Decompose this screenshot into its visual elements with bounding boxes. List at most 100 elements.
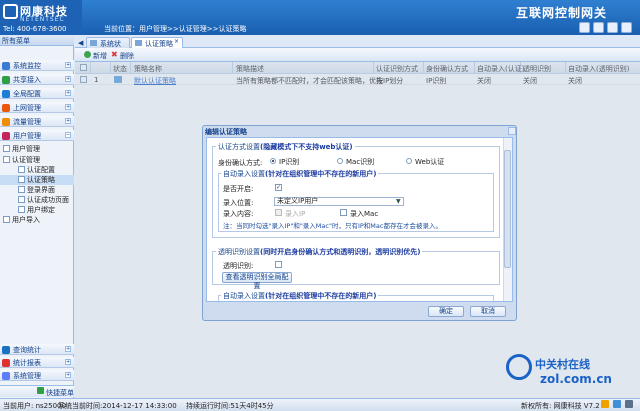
- radio-web-label: Web认证: [415, 158, 445, 166]
- share-icon: [2, 76, 10, 84]
- page-icon: [18, 186, 25, 193]
- dialog-title: 编辑认证策略: [205, 128, 247, 136]
- auth-method-legend: 认证方式设置(隐藏模式下不支持web认证): [216, 142, 355, 152]
- menu-share-access[interactable]: 共享接入 +: [0, 74, 74, 85]
- folder-icon: [3, 156, 10, 163]
- expand-icon[interactable]: +: [65, 90, 71, 96]
- menu-internet-manage[interactable]: 上网管理 +: [0, 102, 74, 113]
- tree-item-user-binding[interactable]: 用户绑定: [0, 205, 74, 215]
- star-icon: [37, 387, 44, 394]
- tab-system-status[interactable]: 系统状态: [86, 37, 130, 58]
- dialog-scroll-thumb[interactable]: [504, 150, 511, 268]
- info-icon[interactable]: [613, 400, 621, 408]
- content-label: 录入内容:: [223, 210, 254, 218]
- dropdown-arrow-icon[interactable]: ▼: [396, 198, 401, 205]
- content-ip-checkbox[interactable]: [275, 209, 282, 216]
- tab-close-icon[interactable]: ×: [174, 38, 179, 45]
- radio-mac[interactable]: [337, 158, 343, 164]
- delete-icon: ✖: [111, 50, 118, 59]
- sidebar-title: 所有菜单: [0, 35, 74, 46]
- tree-item-auth-config[interactable]: 认证配置: [0, 165, 74, 175]
- content-mac-checkbox[interactable]: [340, 209, 347, 216]
- watermark-cn: 中关村在线: [535, 358, 590, 371]
- menu-system-manage[interactable]: 系统管理 +: [0, 370, 74, 381]
- tab-icon: [135, 40, 142, 46]
- traffic-icon: [2, 118, 10, 126]
- page-icon: [18, 176, 25, 183]
- status-user: 当前用户: ns25000: [3, 402, 66, 410]
- status-uptime: 持续运行时间:51天4时45分: [186, 402, 274, 410]
- expand-icon[interactable]: +: [65, 76, 71, 82]
- menu-system-monitor[interactable]: 系统监控 +: [0, 60, 74, 71]
- status-time: 系统当前时间:2014-12-17 14:33:00: [58, 402, 177, 410]
- tree-item-login-page[interactable]: 登录界面: [0, 185, 74, 195]
- zol-logo-icon: [506, 354, 532, 380]
- radio-ip-label: IP识别: [279, 158, 300, 166]
- menu-query-stats[interactable]: 查询统计 +: [0, 344, 74, 355]
- expand-icon[interactable]: +: [65, 62, 71, 68]
- auto-entry-legend-2: 自动录入设置(针对在组织管理中不存在的新用户): [221, 291, 379, 301]
- tab-icon: [90, 40, 97, 46]
- cancel-button[interactable]: 取消: [470, 306, 506, 317]
- tree-item-auth-success-page[interactable]: 认证成功页面: [0, 195, 74, 205]
- page-icon: [18, 196, 25, 203]
- monitor-icon: [2, 62, 10, 70]
- transparent-checkbox[interactable]: [275, 261, 282, 268]
- globe-icon: [2, 90, 10, 98]
- query-icon: [2, 346, 10, 354]
- users-icon: [2, 132, 10, 140]
- tree-item-auth-policy[interactable]: 认证策略: [0, 175, 74, 185]
- close-icon[interactable]: [621, 22, 632, 33]
- expand-icon[interactable]: +: [65, 372, 71, 378]
- new-button[interactable]: 新增: [84, 51, 107, 61]
- tree-item-user-import[interactable]: 用户导入: [0, 215, 74, 225]
- report-icon: [2, 359, 10, 367]
- delete-button[interactable]: ✖ 删除: [111, 51, 134, 61]
- expand-icon[interactable]: +: [65, 104, 71, 110]
- radio-web[interactable]: [406, 158, 412, 164]
- menu-global-config[interactable]: 全局配置 +: [0, 88, 74, 99]
- system-icon: [2, 372, 10, 380]
- logo-icon: [3, 4, 18, 19]
- tab-auth-policy[interactable]: 认证策略 ×: [131, 37, 183, 48]
- logo-en: NETENTSEC: [20, 16, 65, 23]
- radio-mac-label: Mac识别: [346, 158, 375, 166]
- tab-scroll-left-icon[interactable]: ◀: [78, 39, 83, 47]
- tree-item-auth-manage[interactable]: 认证管理: [0, 155, 74, 165]
- expand-icon[interactable]: +: [65, 359, 71, 365]
- folder-icon: [3, 145, 10, 152]
- watermark-en: zol.com.cn: [540, 372, 612, 386]
- transparent-legend: 透明识别设置(同时开启身份确认方式和透明识别，透明识别优先): [216, 247, 423, 257]
- page-icon: [18, 206, 25, 213]
- ok-button[interactable]: 确定: [428, 306, 464, 317]
- menu-user-manage[interactable]: 用户管理 −: [0, 130, 74, 141]
- dialog-close-icon[interactable]: [508, 127, 516, 135]
- hotline: Tel: 400-678-3600: [3, 25, 67, 33]
- enable-checkbox[interactable]: ✓: [275, 184, 282, 191]
- expand-icon[interactable]: +: [65, 118, 71, 124]
- location-select[interactable]: 未定义IP用户: [274, 197, 404, 206]
- refresh-icon[interactable]: [579, 22, 590, 33]
- help-icon[interactable]: [593, 22, 604, 33]
- product-title: 互联网控制网关: [516, 6, 608, 20]
- grid-toolbar: [75, 48, 640, 62]
- confirm-method-label: 身份确认方式:: [218, 159, 263, 167]
- menu-reports[interactable]: 统计报表 +: [0, 357, 74, 368]
- folder-icon: [3, 216, 10, 223]
- menu-traffic-manage[interactable]: 流量管理 +: [0, 116, 74, 127]
- auto-entry-note: 注：当同时勾选"录入IP"和"录入Mac"时，只有IP和Mac都存在才会被录入。: [223, 222, 442, 230]
- radio-ip[interactable]: [270, 158, 276, 164]
- alert-icon[interactable]: [601, 400, 609, 408]
- expand-icon[interactable]: +: [65, 346, 71, 352]
- settings-icon[interactable]: [625, 400, 633, 408]
- content-mac-label: 录入Mac: [350, 210, 379, 218]
- logout-icon[interactable]: [607, 22, 618, 33]
- transparent-label: 透明识别:: [223, 262, 254, 270]
- breadcrumb: 当前位置：用户管理>>认证管理>>认证策略: [104, 25, 247, 33]
- view-transparent-config-button[interactable]: 查看透明识别全局配置: [222, 272, 292, 290]
- collapse-icon[interactable]: −: [65, 132, 71, 138]
- tree-item-user-manage[interactable]: 用户管理: [0, 144, 74, 154]
- add-icon: [84, 51, 91, 58]
- content-ip-label: 录入IP: [285, 210, 306, 218]
- location-label: 录入位置:: [223, 199, 254, 207]
